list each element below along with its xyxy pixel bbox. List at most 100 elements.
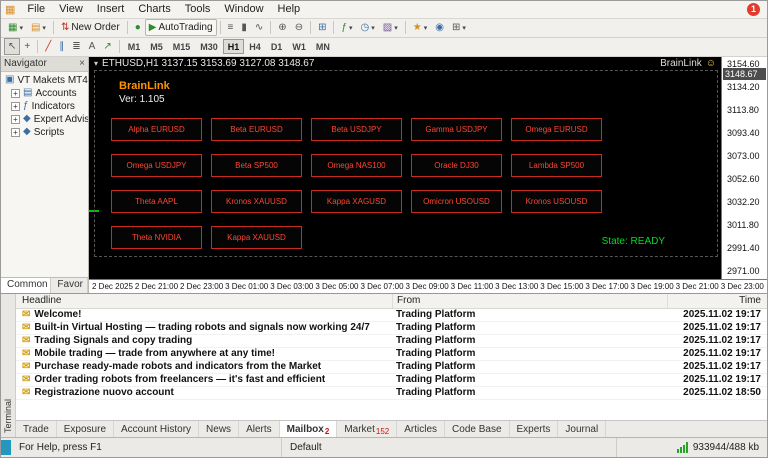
new-order-button[interactable]: ⇅ New Order [57,19,124,36]
new-chart-button[interactable]: ▦ ▾ [4,19,27,36]
menu-item[interactable]: Charts [131,3,177,15]
ea-strategy-button[interactable]: Omega EURUSD [511,117,602,141]
ea-strategy-button[interactable]: Kronos XAUUSD [211,189,302,213]
ea-strategy-button[interactable]: Kappa XAUUSD [211,225,302,249]
notification-badge[interactable]: 1 [747,2,760,16]
timeframe-button[interactable]: M1 [123,39,146,54]
tree-item[interactable]: + ▤ Accounts [1,87,88,100]
zoom-in-button[interactable]: ⊕ [274,19,290,36]
tree-item-account-root[interactable]: ▣ VT Makets MT4 [1,74,88,87]
terminal-tab[interactable]: Articles [397,421,446,438]
menu-item[interactable]: Help [271,3,308,15]
zoom-out-button[interactable]: ⊖ [291,19,307,36]
ea-strategy-button[interactable]: Omega USDJPY [111,153,202,177]
ea-strategy-button[interactable]: Gamma USDJPY [411,117,502,141]
chart-area[interactable]: ▾ ETHUSD,H1 3137.15 3153.69 3127.08 3148… [89,56,721,279]
line-chart-button[interactable]: ∿ [251,19,267,36]
expand-plus-icon[interactable]: + [11,88,20,98]
periods-button[interactable]: ◷ ▾ [357,19,379,36]
mail-row[interactable]: ✉ Order trading robots from freelancers … [16,374,767,387]
mail-time: 2025.11.02 19:17 [683,309,761,320]
mail-row[interactable]: ✉ Welcome! Trading Platform 2025.11.02 1… [16,309,767,322]
menu-item[interactable]: View [52,3,90,15]
column-header-from[interactable]: From [392,293,667,308]
toolbar-separator [310,21,312,35]
channel-tool-button[interactable]: ∥ [55,38,68,55]
timeframe-button-h1[interactable]: H1 [222,39,245,55]
menu-item[interactable]: Insert [90,3,132,15]
timeframe-button[interactable]: W1 [287,39,311,54]
chart-profiles-button[interactable]: ▤ ▾ [27,19,50,36]
timeframe-button[interactable]: MN [311,39,335,54]
ea-strategy-button[interactable]: Alpha EURUSD [111,117,202,141]
ea-strategy-button[interactable]: Oracle DJ30 [411,153,502,177]
mail-time: 2025.11.02 19:17 [683,348,761,359]
timeframe-button[interactable]: H4 [244,39,266,54]
ea-strategy-button[interactable]: Kronos USOUSD [511,189,602,213]
candlestick-chart-button[interactable]: ▮ [237,19,251,36]
ea-strategy-button[interactable]: Theta NVIDIA [111,225,202,249]
notifications-button[interactable]: ◉ [431,19,448,36]
ea-strategy-button[interactable]: Omega NAS100 [311,153,402,177]
terminal-tab[interactable]: Trade [16,421,57,438]
timeframe-button[interactable]: M5 [145,39,168,54]
status-profile[interactable]: Default [282,438,617,457]
terminal-tab-mailbox[interactable]: Mailbox 2 [279,421,338,438]
timeframe-button[interactable]: M15 [168,39,196,54]
mail-row[interactable]: ✉ Registrazione nuovo account Trading Pl… [16,387,767,400]
column-header-time[interactable]: Time [667,293,767,308]
favorites-button[interactable]: ★ ▾ [409,19,431,36]
ea-strategy-button[interactable]: Lambda SP500 [511,153,602,177]
smiley-icon[interactable]: ☺ [706,58,716,69]
terminal-tab[interactable]: Experts [510,421,559,438]
menu-item[interactable]: Tools [178,3,218,15]
column-header-headline[interactable]: Headline [16,295,392,306]
mail-row[interactable]: ✉ Mobile trading — trade from anywhere a… [16,348,767,361]
ea-strategy-button[interactable]: Omicron USOUSD [411,189,502,213]
trendline-tool-button[interactable]: ╱ [41,38,55,55]
bars-chart-button[interactable]: ≡ [224,19,238,36]
ea-strategy-button[interactable]: Theta AAPL [111,189,202,213]
ea-strategy-button[interactable]: Kappa XAGUSD [311,189,402,213]
mail-row[interactable]: ✉ Trading Signals and copy trading Tradi… [16,335,767,348]
mail-row[interactable]: ✉ Built-in Virtual Hosting — trading rob… [16,322,767,335]
fibonacci-tool-button[interactable]: ≣ [68,38,84,55]
timeframe-button[interactable]: D1 [266,39,288,54]
mql-community-button[interactable]: ● [131,19,145,36]
ea-strategy-button[interactable]: Beta EURUSD [211,117,302,141]
tree-item[interactable]: + ƒ Indicators [1,100,88,113]
tile-windows-button[interactable]: ⊞ [314,19,330,36]
terminal-tab-market[interactable]: Market 152 [337,421,398,438]
expand-plus-icon[interactable]: + [11,114,20,124]
ea-strategy-button[interactable]: Beta USDJPY [311,117,402,141]
tab-common[interactable]: Common [1,277,52,293]
terminal-tab[interactable]: Exposure [57,421,115,438]
autotrading-button[interactable]: ▶ AutoTrading [144,19,217,37]
tree-item[interactable]: + ◆ Scripts [1,126,88,139]
mail-row[interactable]: ✉ Purchase ready-made robots and indicat… [16,361,767,374]
ea-strategy-button[interactable]: Beta SP500 [211,153,302,177]
layouts-button[interactable]: ⊞ ▾ [448,19,470,36]
menu-item[interactable]: Window [217,3,270,15]
expand-plus-icon[interactable]: + [11,101,20,111]
menu-item[interactable]: File [20,3,52,15]
templates-button[interactable]: ▨ ▾ [379,19,402,36]
terminal-tab[interactable]: Account History [114,421,200,438]
close-icon[interactable]: × [79,58,85,69]
terminal-tab[interactable]: Code Base [445,421,510,438]
arrows-tool-button[interactable]: ↗ [99,38,115,55]
terminal-tab[interactable]: Alerts [239,421,280,438]
connection-traffic-text: 933944/488 kb [692,442,759,454]
terminal-tab[interactable]: News [199,421,240,438]
market-tab-label: Market [344,423,375,435]
tab-favorites[interactable]: Favor [51,277,88,293]
tree-item[interactable]: + ◆ Expert Advis [1,113,88,126]
text-tool-button[interactable]: A [85,38,100,55]
expand-plus-icon[interactable]: + [11,127,20,137]
indicators-button[interactable]: ƒ ▾ [337,19,356,36]
crosshair-tool-button[interactable]: + [20,38,34,55]
pointer-tool-button[interactable]: ↖ [4,38,21,56]
terminal-tab[interactable]: Journal [558,421,607,438]
timeframe-button[interactable]: M30 [195,39,223,54]
server-icon: ▣ [5,74,15,85]
